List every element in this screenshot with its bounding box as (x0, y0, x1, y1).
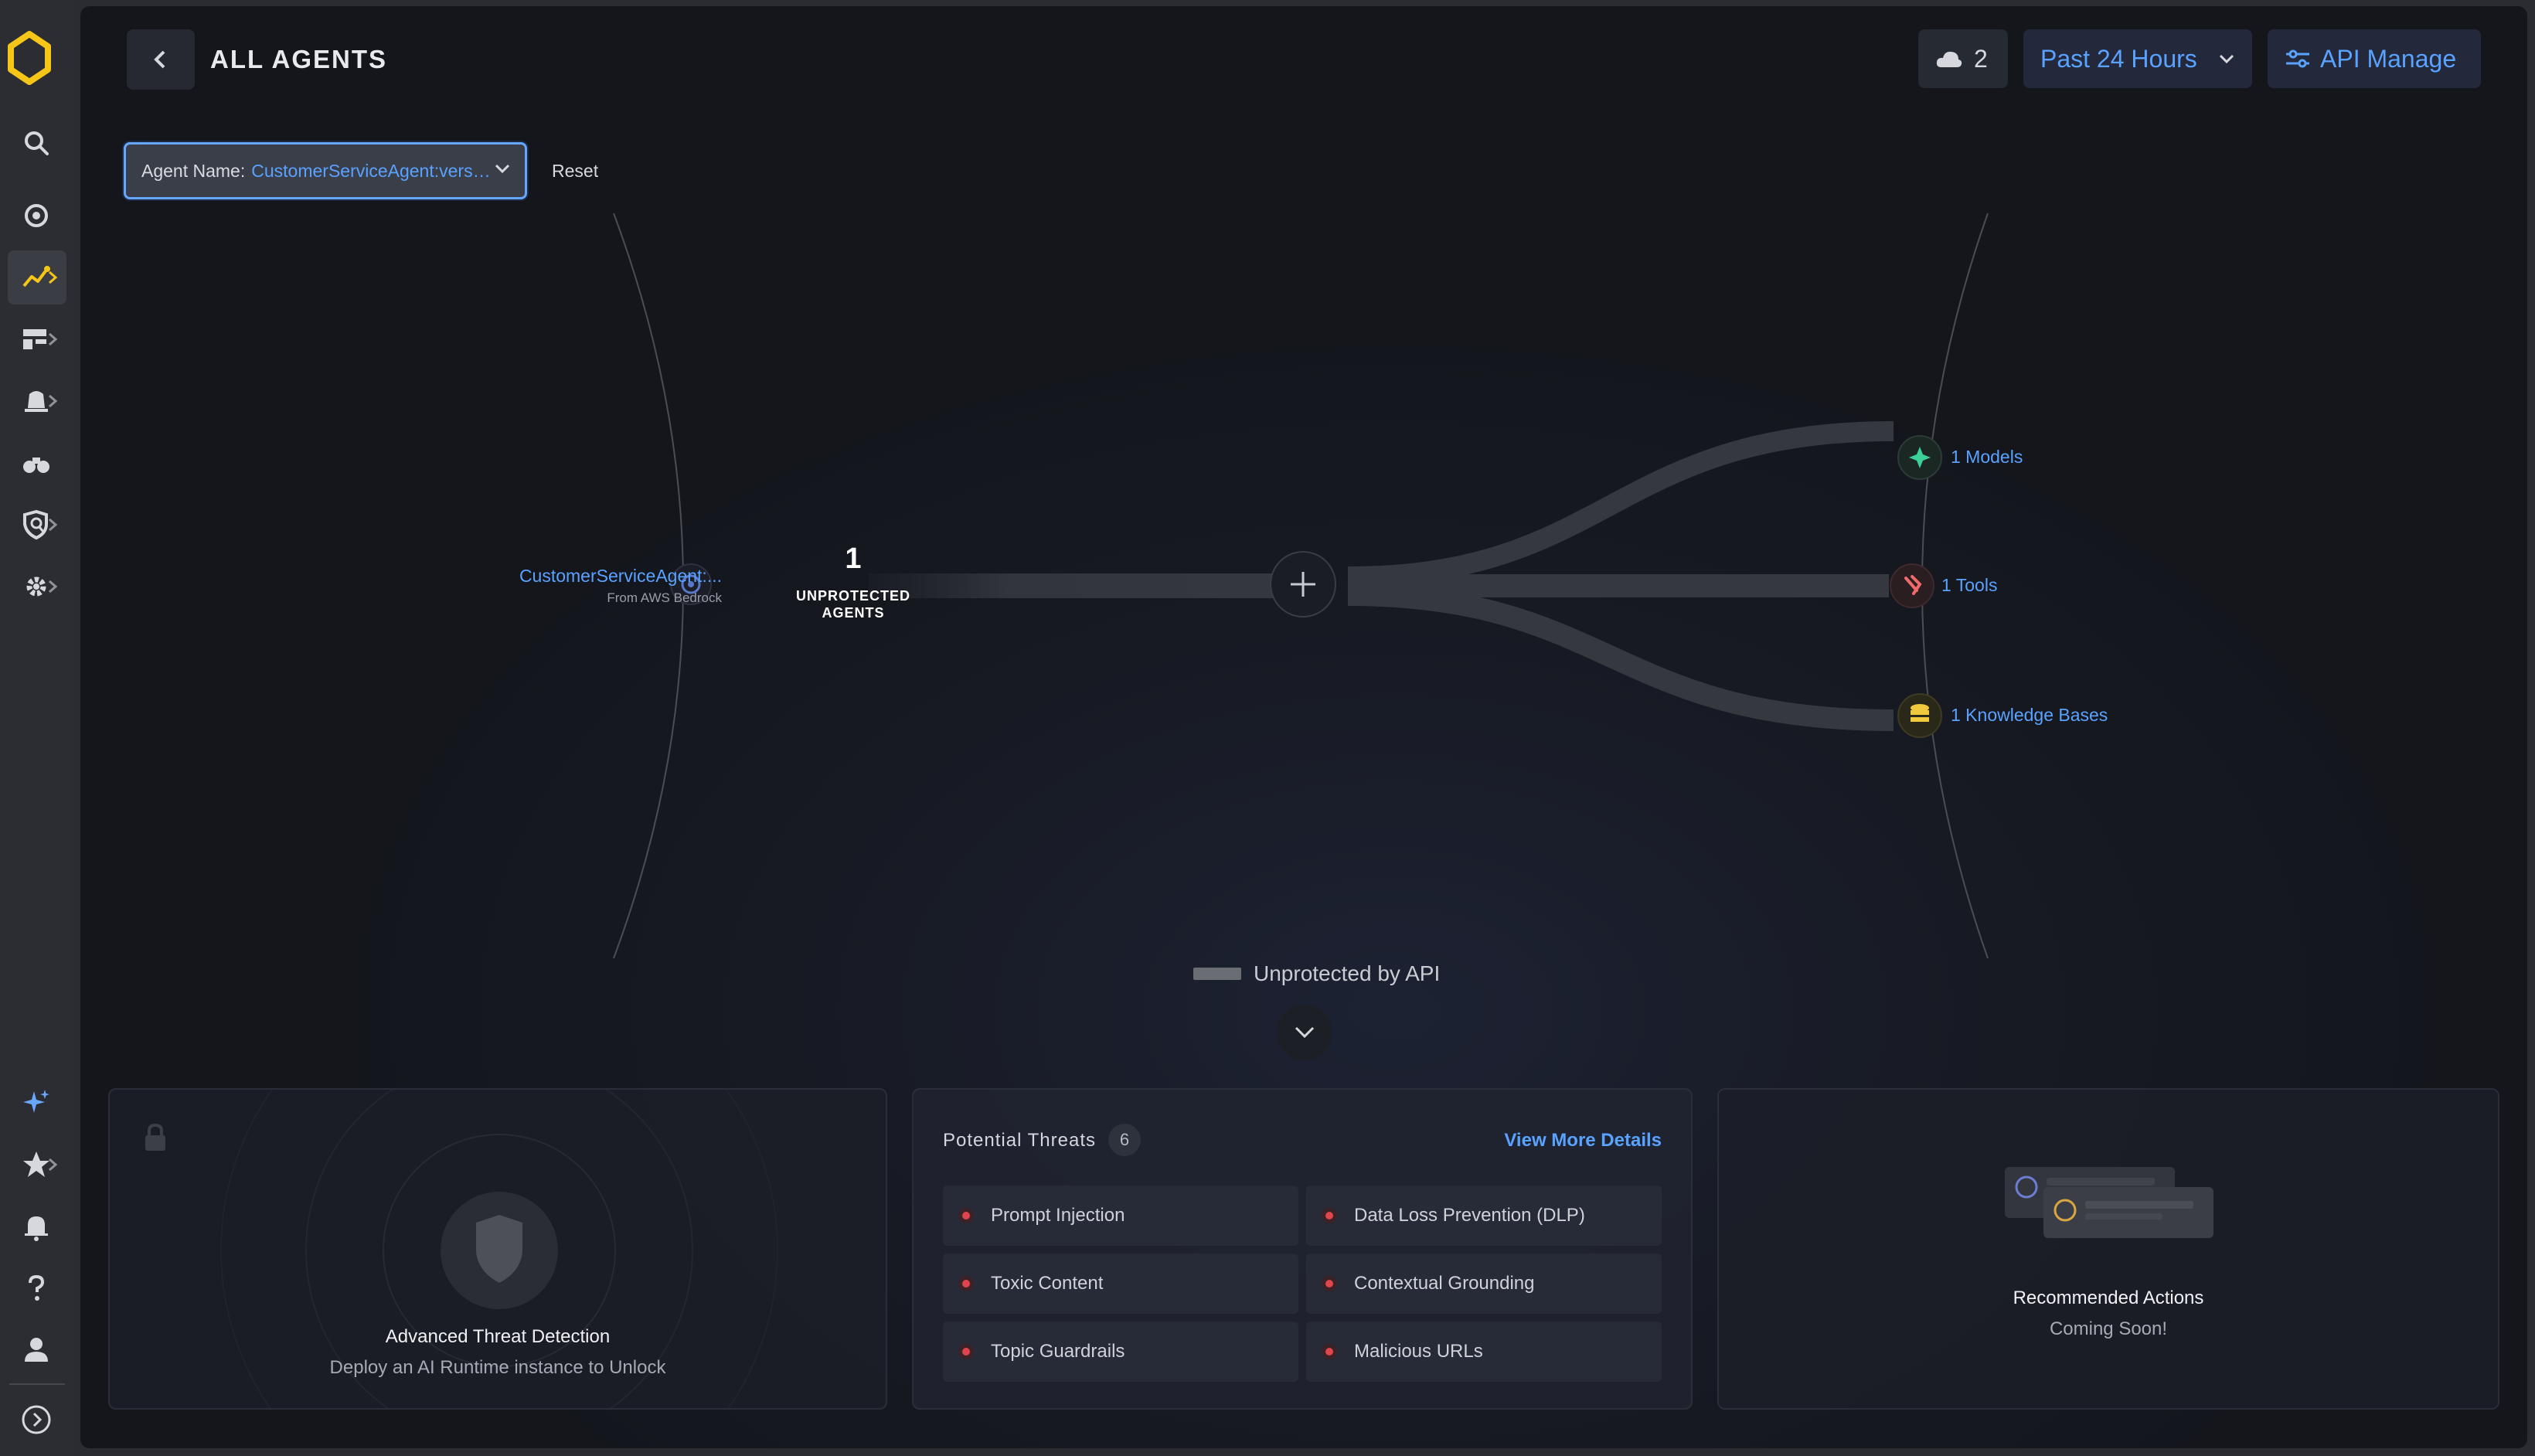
agent-name-filter[interactable]: Agent Name: CustomerServiceAgent:versi..… (124, 142, 527, 199)
chevron-right-icon (49, 332, 58, 346)
models-link[interactable]: 1 Models (1951, 447, 2023, 468)
nav-settings[interactable] (8, 560, 66, 614)
filter-label: Agent Name: (141, 160, 246, 181)
threat-label: Contextual Grounding (1354, 1273, 1535, 1294)
unprotected-flow (869, 573, 1329, 598)
chevron-right-icon (49, 270, 58, 284)
threat-item: Malicious URLs (1306, 1322, 1662, 1382)
api-manage-button[interactable]: API Manage (2268, 29, 2481, 88)
chevron-down-icon (2219, 54, 2234, 64)
view-more-details-link[interactable]: View More Details (1504, 1130, 1662, 1152)
threats-count-badge: 6 (1108, 1124, 1141, 1156)
radar-icon (25, 204, 48, 227)
agent-source: From AWS Bedrock (607, 590, 722, 605)
unprotected-agents-count: 1 (845, 543, 862, 575)
recommended-actions-subtitle: Coming Soon! (2049, 1318, 2168, 1339)
threat-dot-icon (958, 1208, 974, 1223)
threat-dot-icon (1322, 1208, 1337, 1223)
sparkle-icon (23, 1090, 49, 1113)
chevron-right-icon (49, 580, 58, 594)
chevron-left-icon (154, 50, 165, 69)
recommendations-illustration (2005, 1167, 2213, 1238)
nav-policies[interactable] (8, 498, 66, 552)
brand-logo[interactable] (8, 31, 51, 85)
models-node-icon[interactable] (1897, 435, 1942, 480)
cloud-accounts-button[interactable]: 2 (1918, 29, 2008, 88)
models-flow (1347, 421, 1894, 587)
threat-dot-icon (1322, 1276, 1337, 1291)
legend-swatch (1193, 968, 1241, 980)
nav-notifications[interactable] (8, 1199, 66, 1254)
threat-item: Contextual Grounding (1306, 1254, 1662, 1314)
page-title: ALL AGENTS (210, 45, 388, 73)
recommended-actions-title: Recommended Actions (2013, 1288, 2204, 1308)
threat-label: Toxic Content (991, 1273, 1104, 1294)
nav-search[interactable] (8, 116, 66, 170)
chevron-down-icon (1295, 1026, 1315, 1039)
lock-icon (145, 1123, 165, 1151)
bell-icon (25, 1216, 48, 1241)
nav-inventory[interactable] (8, 312, 66, 366)
nav-favorites[interactable] (8, 1138, 66, 1192)
advanced-threat-detection-card: Advanced Threat Detection Deploy an AI R… (108, 1088, 887, 1410)
potential-threats-card: Potential Threats 6 View More Details Pr… (912, 1088, 1693, 1410)
atd-title: Advanced Threat Detection (385, 1326, 611, 1347)
binoculars-icon (23, 458, 49, 473)
nav-alerts[interactable] (8, 374, 66, 428)
tools-link[interactable]: 1 Tools (1941, 575, 1997, 596)
chevron-right-icon (49, 394, 58, 408)
threat-item: Data Loss Prevention (DLP) (1306, 1186, 1662, 1246)
threat-label: Malicious URLs (1354, 1341, 1483, 1362)
threat-item: Toxic Content (943, 1254, 1298, 1314)
expand-icon (22, 1405, 51, 1434)
atd-subtitle: Deploy an AI Runtime instance to Unlock (329, 1357, 666, 1378)
filter-value: CustomerServiceAgent:versi... (251, 160, 492, 181)
threats-title: Potential Threats (943, 1130, 1096, 1151)
back-button[interactable] (127, 29, 195, 90)
threat-item: Prompt Injection (943, 1186, 1298, 1246)
threat-label: Data Loss Prevention (DLP) (1354, 1205, 1585, 1226)
threat-dot-icon (1322, 1344, 1337, 1359)
help-icon (29, 1274, 45, 1301)
nav-dashboard[interactable] (8, 189, 66, 243)
chevron-down-icon (495, 164, 510, 174)
collapse-diagram-button[interactable] (1277, 1005, 1332, 1060)
threat-item: Topic Guardrails (943, 1322, 1298, 1382)
cloud-count: 2 (1974, 44, 1988, 73)
main-panel: ALL AGENTS 2 Past 24 Hours API Manage Ag… (80, 6, 2527, 1448)
reset-filter-button[interactable]: Reset (552, 161, 598, 182)
agent-name-link[interactable]: CustomerServiceAgent:... (420, 566, 722, 587)
nav-ai-agents[interactable] (8, 250, 66, 304)
flow-legend: Unprotected by API (1193, 961, 1440, 986)
chevron-right-icon (49, 1158, 58, 1172)
tools-node-icon[interactable] (1890, 563, 1934, 608)
sliders-icon (2286, 49, 2309, 68)
search-icon (25, 131, 49, 155)
time-range-value: Past 24 Hours (2040, 44, 2197, 73)
unprotected-agents-label: UNPROTECTED AGENTS (795, 588, 910, 621)
knowledge-flow (1347, 584, 1894, 731)
nav-profile[interactable] (8, 1323, 66, 1377)
legend-label: Unprotected by API (1254, 961, 1441, 985)
user-icon (25, 1338, 48, 1362)
nav-help[interactable] (8, 1261, 66, 1315)
recommended-actions-card: Recommended Actions Coming Soon! (1717, 1088, 2499, 1410)
api-manage-label: API Manage (2320, 44, 2457, 73)
expand-rail-button[interactable] (8, 1393, 66, 1447)
cloud-icon (1936, 51, 1962, 67)
rail-divider (9, 1383, 65, 1385)
threat-dot-icon (958, 1276, 974, 1291)
threat-label: Topic Guardrails (991, 1341, 1125, 1362)
add-protection-node[interactable] (1270, 551, 1336, 617)
left-nav-rail (0, 0, 74, 1456)
knowledge-bases-link[interactable]: 1 Knowledge Bases (1951, 705, 2108, 726)
threat-dot-icon (958, 1344, 974, 1359)
time-range-select[interactable]: Past 24 Hours (2023, 29, 2252, 88)
nav-ai-assistant[interactable] (8, 1076, 66, 1130)
threat-label: Prompt Injection (991, 1205, 1125, 1226)
nav-investigate[interactable] (8, 436, 66, 490)
knowledge-node-icon[interactable] (1897, 693, 1942, 738)
chevron-right-icon (49, 518, 58, 532)
